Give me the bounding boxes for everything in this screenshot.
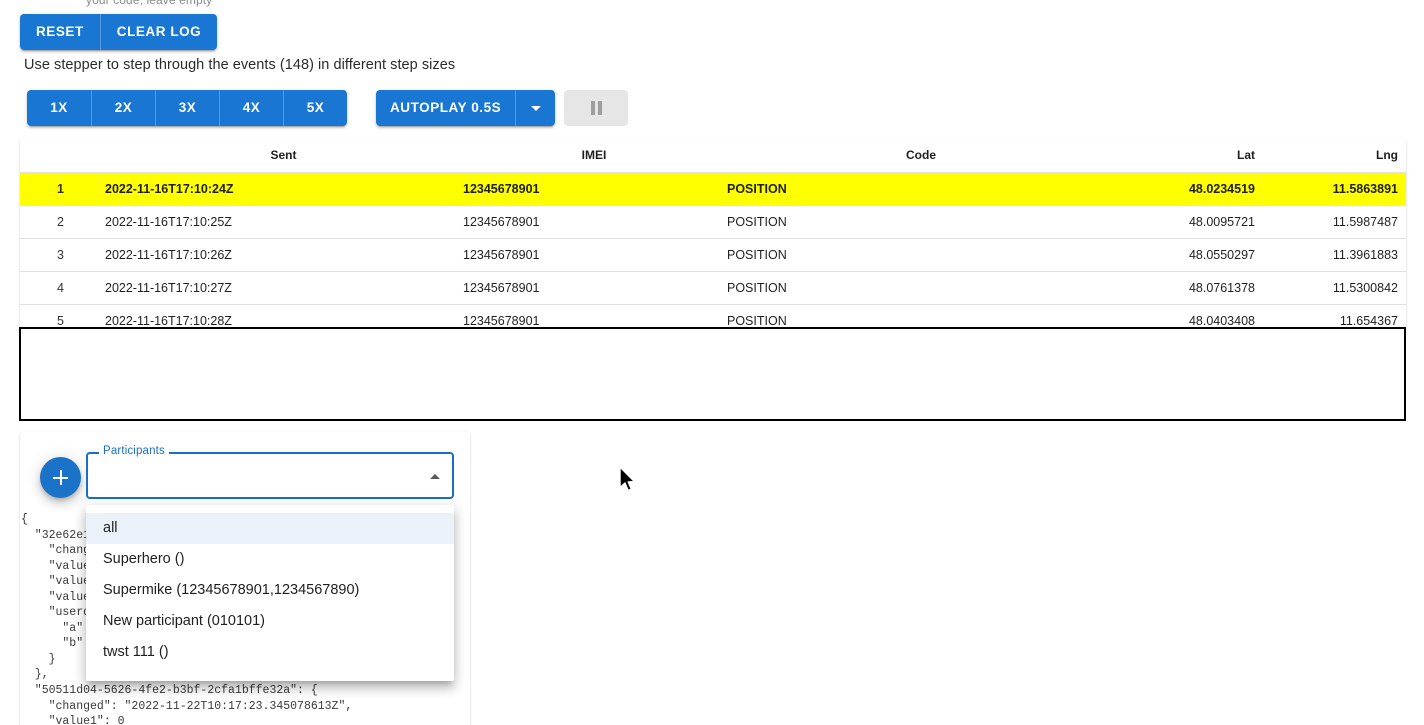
cell-code: POSITION — [725, 172, 1115, 206]
cell-idx: 3 — [20, 238, 84, 272]
chevron-up-icon — [430, 474, 440, 479]
cell-sent: 2022-11-16T17:10:26Z — [84, 238, 462, 272]
table-row[interactable]: 2 2022-11-16T17:10:25Z 12345678901 POSITION… — [20, 205, 1406, 239]
column-header-imei[interactable]: IMEI — [462, 138, 725, 173]
cell-lat: 48.0550297 — [1115, 238, 1261, 272]
hint-text: your code, leave empty — [86, 0, 213, 7]
cell-idx: 2 — [20, 205, 84, 239]
participants-option[interactable]: twst 111 () — [86, 637, 454, 668]
speed-button-group: 1X 2X 3X 4X 5X — [27, 90, 347, 126]
map-panel[interactable] — [19, 327, 1406, 421]
participants-select[interactable]: Participants — [86, 445, 454, 499]
participants-dropdown-menu: all Superhero () Supermike (12345678901,12… — [86, 505, 454, 681]
participants-label: Participants — [99, 445, 169, 457]
column-header-code[interactable]: Code — [725, 138, 1115, 173]
participants-option[interactable]: New participant (010101) — [86, 606, 454, 637]
events-table-body: 1 2022-11-16T17:10:24Z 12345678901 POSITION… — [20, 172, 1406, 337]
app-root: your code, leave empty RESET CLEAR LOG U… — [0, 0, 1424, 725]
cell-imei: 12345678901 — [462, 205, 725, 239]
speed-1x-button[interactable]: 1X — [27, 90, 91, 126]
cell-code: POSITION — [725, 205, 1115, 239]
autoplay-split-button: AUTOPLAY 0.5S — [376, 90, 556, 126]
reset-button[interactable]: RESET — [20, 14, 100, 50]
column-header-lat[interactable]: Lat — [1115, 138, 1261, 173]
cell-imei: 12345678901 — [462, 271, 725, 305]
cell-lat: 48.0761378 — [1115, 271, 1261, 305]
speed-4x-button[interactable]: 4X — [219, 90, 283, 126]
cell-imei: 12345678901 — [462, 238, 725, 272]
chevron-down-icon — [530, 105, 541, 111]
cell-sent: 2022-11-16T17:10:24Z — [84, 172, 462, 206]
cell-lng: 11.5300842 — [1261, 271, 1406, 305]
participants-option[interactable]: Superhero () — [86, 544, 454, 575]
events-header-row: Sent IMEI Code Lat Lng — [20, 138, 1406, 173]
table-row[interactable]: 1 2022-11-16T17:10:24Z 12345678901 POSITION… — [20, 172, 1406, 206]
participants-option[interactable]: all — [86, 513, 454, 544]
cell-code: POSITION — [725, 271, 1115, 305]
cell-sent: 2022-11-16T17:10:25Z — [84, 205, 462, 239]
cell-lat: 48.0234519 — [1115, 172, 1261, 206]
speed-3x-button[interactable]: 3X — [155, 90, 219, 126]
plus-icon — [53, 470, 68, 485]
cell-lng: 11.3961883 — [1261, 238, 1406, 272]
add-participant-button[interactable] — [40, 457, 81, 498]
column-header-lng[interactable]: Lng — [1261, 138, 1406, 173]
stepper-toolbar: 1X 2X 3X 4X 5X AUTOPLAY 0.5S — [27, 90, 629, 126]
table-row[interactable]: 3 2022-11-16T17:10:26Z 12345678901 POSITION… — [20, 238, 1406, 272]
cell-sent: 2022-11-16T17:10:27Z — [84, 271, 462, 305]
top-action-bar: RESET CLEAR LOG — [20, 14, 218, 50]
speed-5x-button[interactable]: 5X — [283, 90, 347, 126]
mouse-cursor — [619, 466, 636, 492]
stepper-caption: Use stepper to step through the events (… — [24, 57, 456, 73]
column-header-sent[interactable]: Sent — [84, 138, 462, 173]
cell-code: POSITION — [725, 238, 1115, 272]
pause-icon — [590, 101, 602, 115]
events-table-head: Sent IMEI Code Lat Lng — [20, 138, 1406, 173]
autoplay-dropdown-button[interactable] — [515, 90, 556, 126]
top-button-group: RESET CLEAR LOG — [20, 14, 218, 50]
participants-option[interactable]: Supermike (12345678901,1234567890) — [86, 575, 454, 606]
autoplay-button[interactable]: AUTOPLAY 0.5S — [376, 90, 516, 126]
clear-log-button[interactable]: CLEAR LOG — [99, 14, 218, 50]
cell-idx: 1 — [20, 172, 84, 206]
speed-2x-button[interactable]: 2X — [91, 90, 155, 126]
pause-button[interactable] — [564, 90, 629, 126]
table-row[interactable]: 4 2022-11-16T17:10:27Z 12345678901 POSITION… — [20, 271, 1406, 305]
cell-lng: 11.5863891 — [1261, 172, 1406, 206]
cell-imei: 12345678901 — [462, 172, 725, 206]
cell-lat: 48.0095721 — [1115, 205, 1261, 239]
events-table-card: Sent IMEI Code Lat Lng 1 2022-11-16T17:10… — [20, 138, 1406, 337]
cell-lng: 11.5987487 — [1261, 205, 1406, 239]
cell-idx: 4 — [20, 271, 84, 305]
column-header-index[interactable] — [20, 138, 84, 173]
events-table: Sent IMEI Code Lat Lng 1 2022-11-16T17:10… — [20, 138, 1406, 337]
